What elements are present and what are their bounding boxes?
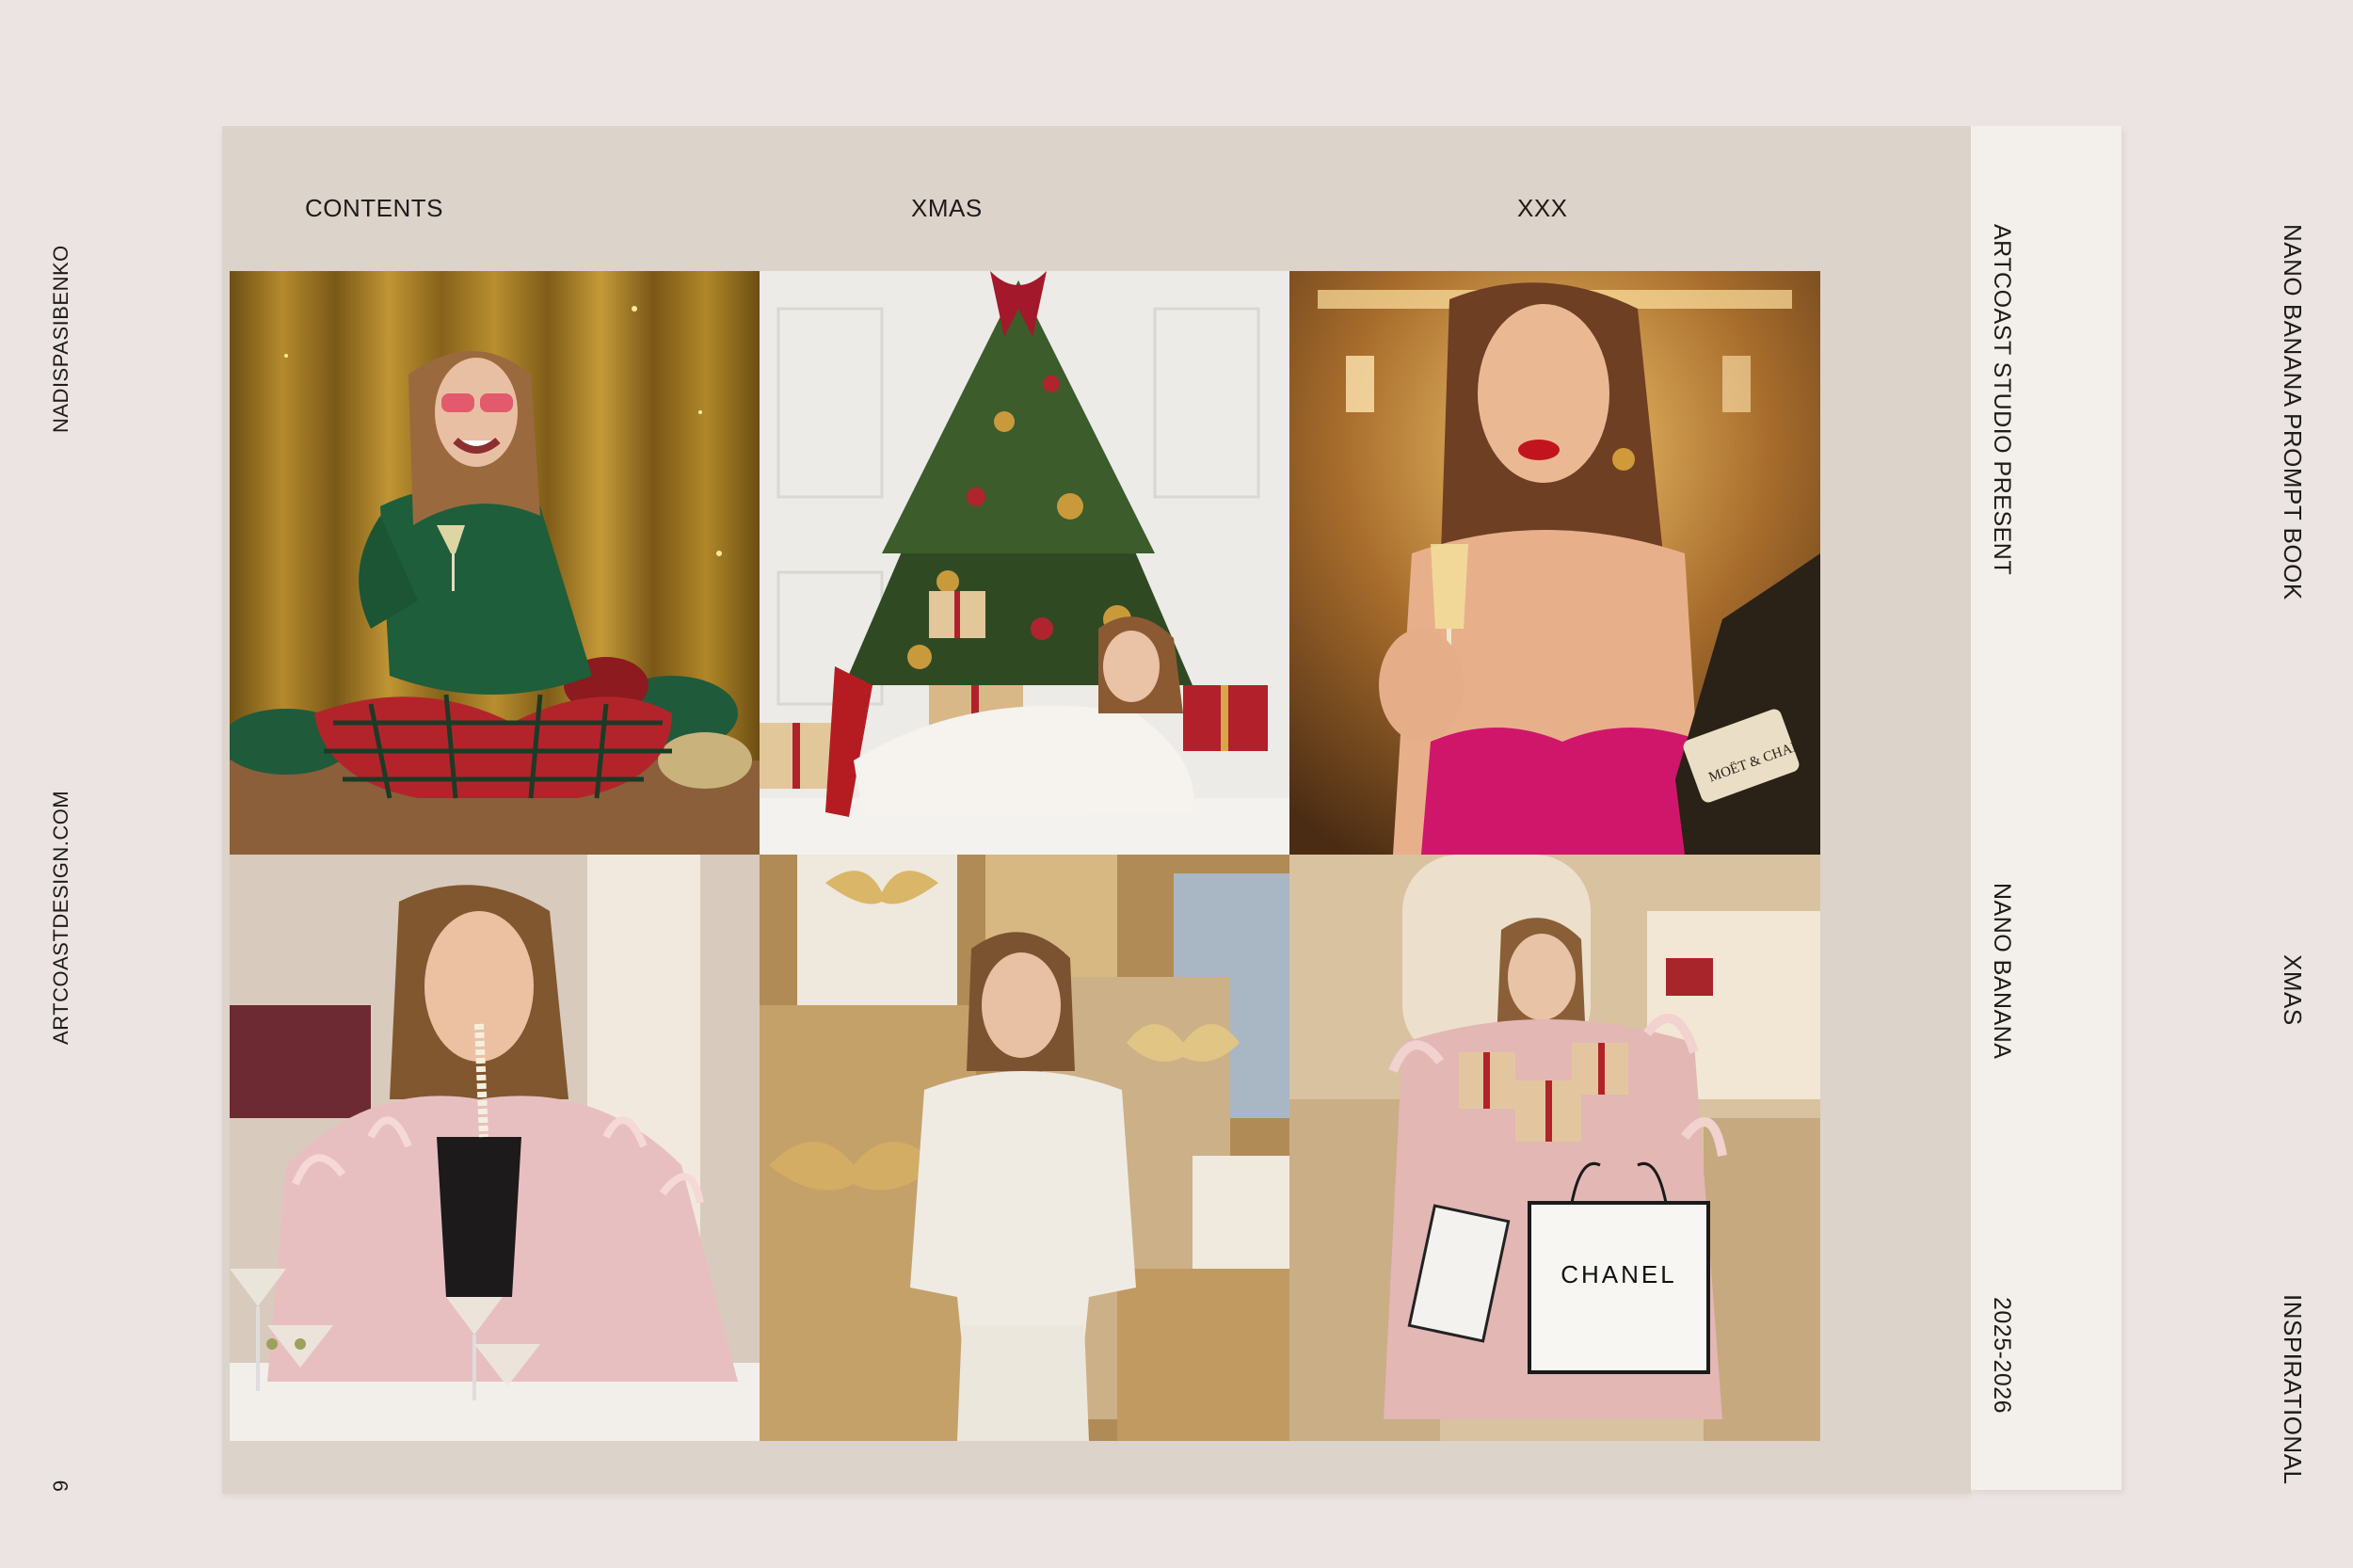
- header-xxx: XXX: [1517, 194, 1568, 222]
- bag-label-text: CHANEL: [1561, 1260, 1676, 1288]
- page-number: 9: [49, 1480, 72, 1492]
- category-label: INSPIRATIONAL: [2279, 1294, 2307, 1485]
- photo-woman-pink-dress-champagne: MOËT & CHANDON: [1289, 271, 1820, 855]
- photo-woman-green-sweater-gold-curtain: [230, 271, 760, 855]
- header-xmas: XMAS: [911, 194, 983, 222]
- theme-label: XMAS: [2279, 954, 2307, 1026]
- photo-woman-white-tracksuit-gold-gifts: [760, 855, 1289, 1441]
- years-text: 2025-2026: [1989, 1297, 2015, 1415]
- book-title: NANO BANANA PROMPT BOOK: [2279, 224, 2307, 600]
- author-name: NADISPASIBENKO: [49, 245, 72, 433]
- website-url: ARTCOASTDESIGN.COM: [49, 790, 72, 1045]
- photo-woman-white-fur-christmas-tree: [760, 271, 1289, 855]
- photo-woman-pink-fur-shopping-bags: CHANEL: [1289, 855, 1820, 1441]
- presenter-text: ARTCOAST STUDIO PRESENT: [1989, 224, 2015, 576]
- header-contents: CONTENTS: [305, 194, 443, 222]
- photo-woman-pink-feather-coat-martini: [230, 855, 760, 1441]
- product-text: NANO BANANA: [1989, 883, 2015, 1060]
